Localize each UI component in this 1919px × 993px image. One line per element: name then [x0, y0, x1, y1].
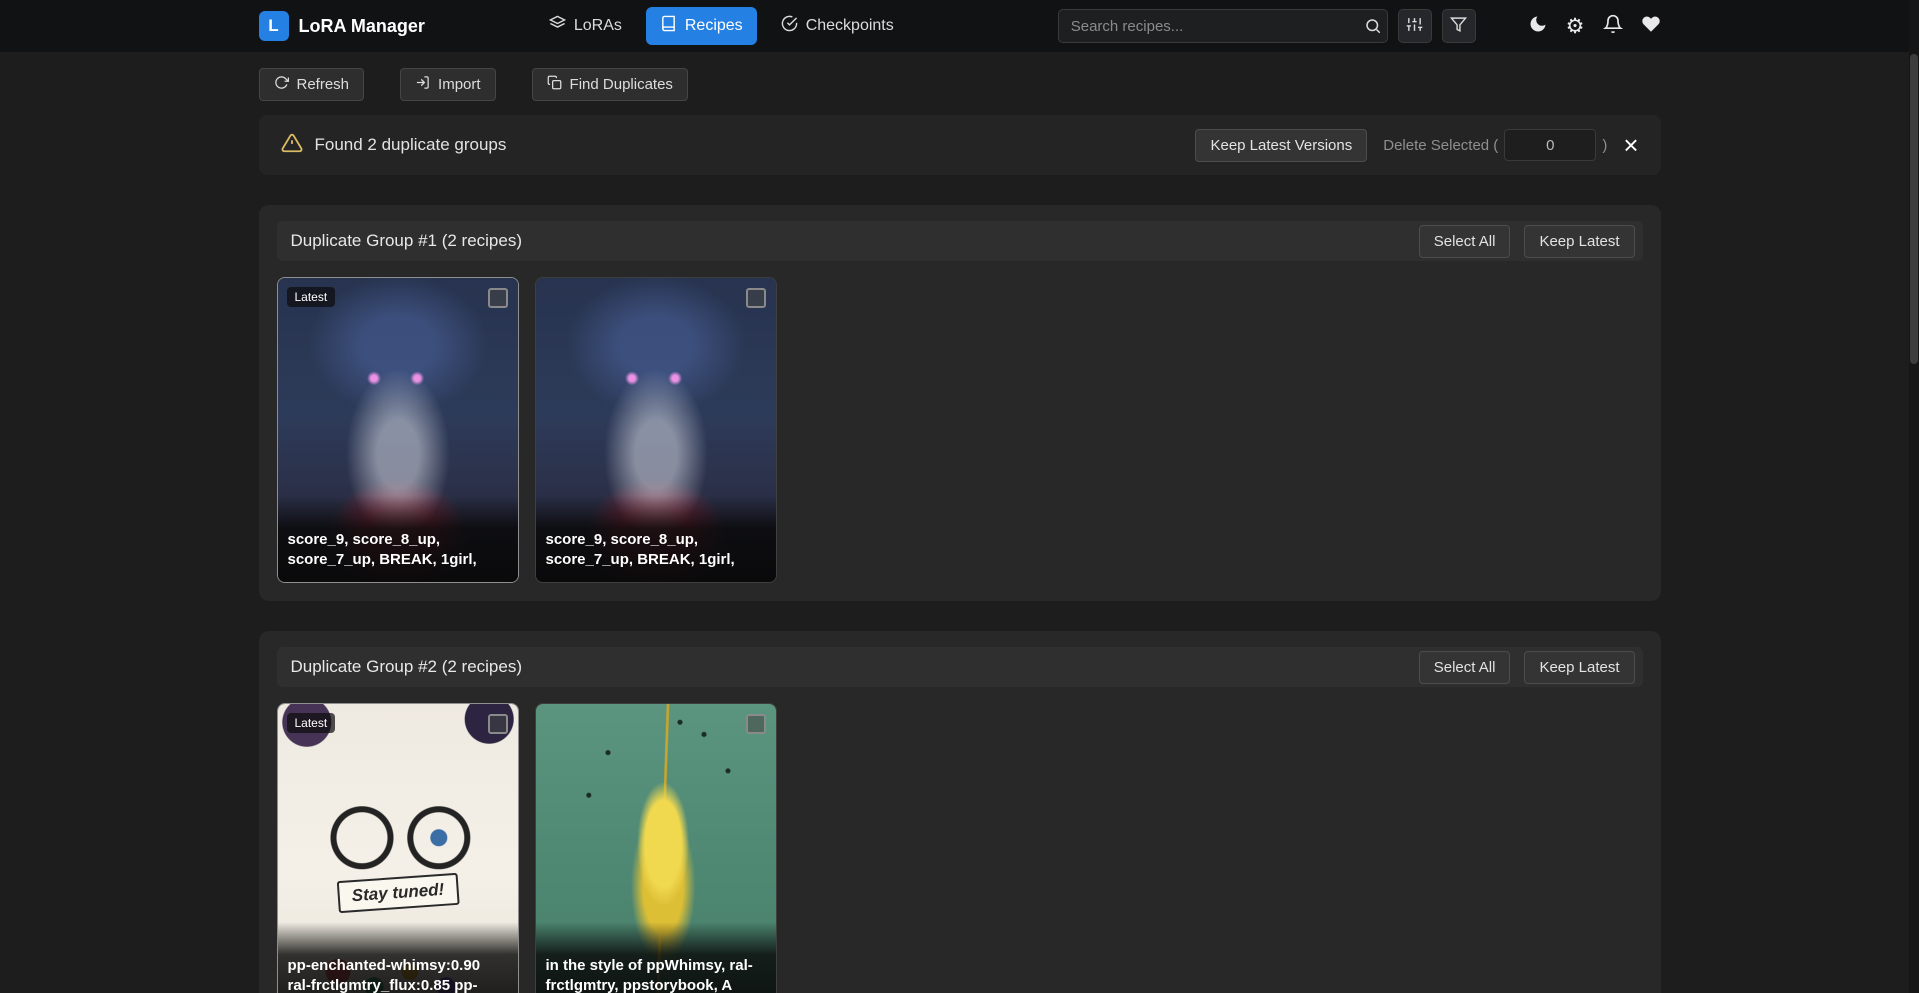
card-checkbox[interactable] — [488, 714, 508, 734]
search-box — [1058, 9, 1388, 43]
settings-button[interactable]: ⚙ — [1566, 16, 1585, 37]
refresh-button[interactable]: Refresh — [259, 68, 365, 101]
main-content: Refresh Import Find Duplicates Found 2 d… — [259, 68, 1661, 993]
find-duplicates-label: Find Duplicates — [570, 76, 673, 93]
nav-recipes-label: Recipes — [685, 17, 743, 35]
recipe-card[interactable]: Latest score_9, score_8_up, score_7_up, … — [277, 277, 519, 583]
delete-count-input[interactable] — [1504, 129, 1596, 161]
group-1-title: Duplicate Group #1 (2 recipes) — [291, 231, 523, 251]
keep-latest-versions-button[interactable]: Keep Latest Versions — [1195, 129, 1367, 162]
duplicate-group-2-panel: Duplicate Group #2 (2 recipes) Select Al… — [259, 631, 1661, 993]
copy-icon — [547, 75, 562, 94]
recipe-caption: pp-enchanted-whimsy:0.90 ral-frctlgmtry_… — [278, 922, 518, 993]
import-label: Import — [438, 76, 481, 93]
favorites-button[interactable] — [1641, 14, 1661, 38]
close-icon[interactable]: × — [1623, 132, 1638, 158]
sliders-button[interactable] — [1398, 9, 1432, 43]
group-2-title: Duplicate Group #2 (2 recipes) — [291, 657, 523, 677]
group-1-select-all-button[interactable]: Select All — [1419, 225, 1511, 258]
card-checkbox[interactable] — [488, 288, 508, 308]
import-icon — [415, 75, 430, 94]
gear-icon: ⚙ — [1566, 16, 1585, 37]
nav-checkpoints[interactable]: Checkpoints — [767, 7, 908, 45]
bell-icon — [1603, 14, 1623, 38]
nav-loras[interactable]: LoRAs — [535, 7, 636, 45]
stay-tuned-sign: Stay tuned! — [336, 873, 459, 913]
layers-icon — [549, 15, 566, 37]
check-circle-icon — [781, 15, 798, 37]
group-1-header: Duplicate Group #1 (2 recipes) Select Al… — [277, 221, 1643, 261]
top-navbar: L LoRA Manager LoRAs Recipes Checkpoi — [0, 0, 1919, 52]
main-nav: LoRAs Recipes Checkpoints — [535, 7, 908, 45]
recipe-card[interactable]: in the style of ppWhimsy, ral-frctlgmtry… — [535, 703, 777, 993]
group-2-select-all-button[interactable]: Select All — [1419, 651, 1511, 684]
duplicate-group-1-panel: Duplicate Group #1 (2 recipes) Select Al… — [259, 205, 1661, 601]
find-duplicates-button[interactable]: Find Duplicates — [532, 68, 688, 101]
navbar-icon-group: ⚙ — [1528, 14, 1661, 38]
heart-icon — [1641, 14, 1661, 38]
theme-toggle-button[interactable] — [1528, 14, 1548, 38]
recipe-caption: in the style of ppWhimsy, ral-frctlgmtry… — [536, 922, 776, 993]
alert-message: Found 2 duplicate groups — [315, 135, 507, 155]
search-input[interactable] — [1058, 9, 1388, 43]
page-scrollbar — [1909, 0, 1919, 993]
app-title: LoRA Manager — [299, 16, 425, 37]
card-checkbox[interactable] — [746, 288, 766, 308]
delete-selected-suffix: ) — [1602, 137, 1607, 154]
nav-recipes[interactable]: Recipes — [646, 7, 757, 45]
duplicates-alert: Found 2 duplicate groups Keep Latest Ver… — [259, 115, 1661, 175]
latest-badge: Latest — [287, 287, 336, 307]
app-brand[interactable]: L LoRA Manager — [259, 11, 425, 41]
search-icon[interactable] — [1364, 17, 1382, 35]
recipes-toolbar: Refresh Import Find Duplicates — [259, 68, 1661, 101]
recipe-card[interactable]: score_9, score_8_up, score_7_up, BREAK, … — [535, 277, 777, 583]
group-2-keep-latest-button[interactable]: Keep Latest — [1524, 651, 1634, 684]
delete-selected-group: Delete Selected ( ) — [1383, 129, 1607, 161]
group-2-cards: Stay tuned! Latest pp-enchanted-whimsy:0… — [277, 703, 1643, 993]
nav-loras-label: LoRAs — [574, 17, 622, 35]
delete-selected-prefix: Delete Selected ( — [1383, 137, 1498, 154]
app-logo: L — [259, 11, 289, 41]
recipe-card[interactable]: Stay tuned! Latest pp-enchanted-whimsy:0… — [277, 703, 519, 993]
recipe-caption: score_9, score_8_up, score_7_up, BREAK, … — [536, 496, 776, 583]
notifications-button[interactable] — [1603, 14, 1623, 38]
filter-button[interactable] — [1442, 9, 1476, 43]
refresh-icon — [274, 75, 289, 94]
group-1-keep-latest-button[interactable]: Keep Latest — [1524, 225, 1634, 258]
recipe-caption: score_9, score_8_up, score_7_up, BREAK, … — [278, 496, 518, 583]
card-checkbox[interactable] — [746, 714, 766, 734]
group-1-cards: Latest score_9, score_8_up, score_7_up, … — [277, 277, 1643, 583]
moon-icon — [1528, 14, 1548, 38]
funnel-icon — [1450, 16, 1467, 36]
book-icon — [660, 15, 677, 37]
sliders-icon — [1406, 16, 1423, 36]
group-2-header: Duplicate Group #2 (2 recipes) Select Al… — [277, 647, 1643, 687]
latest-badge: Latest — [287, 713, 336, 733]
refresh-label: Refresh — [297, 76, 350, 93]
nav-checkpoints-label: Checkpoints — [806, 17, 894, 35]
import-button[interactable]: Import — [400, 68, 496, 101]
scrollbar-thumb[interactable] — [1910, 54, 1918, 364]
warning-icon — [281, 132, 303, 159]
